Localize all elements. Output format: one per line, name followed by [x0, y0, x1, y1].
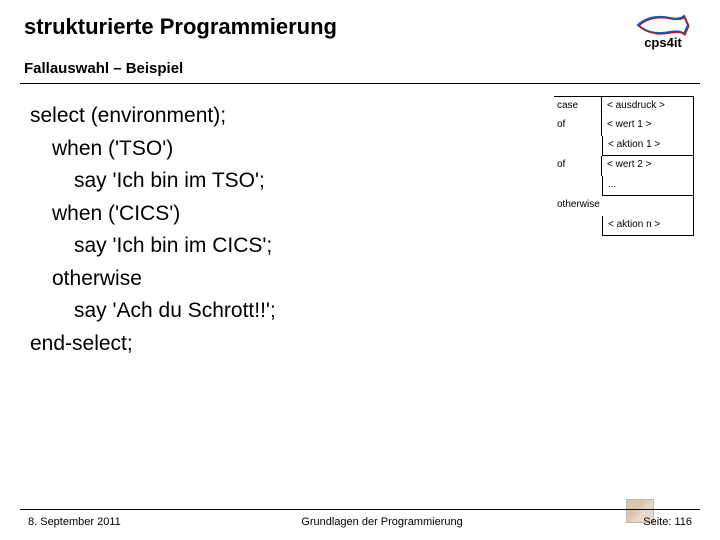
diagram-row: otherwise: [554, 196, 694, 216]
code-line: when ('CICS'): [30, 198, 276, 231]
code-line: end-select;: [30, 328, 276, 361]
code-line: otherwise: [30, 263, 276, 296]
diagram-action-box: < aktion 1 >: [602, 136, 694, 156]
code-line: say 'Ich bin im TSO';: [30, 165, 276, 198]
diagram-row: of < wert 1 >: [554, 116, 694, 136]
logo: cps4it: [636, 14, 690, 50]
diagram-action-box: < aktion n >: [602, 216, 694, 236]
logo-text: cps4it: [644, 35, 682, 50]
diagram-content: < ausdruck >: [602, 97, 693, 116]
footer-page: Seite: 116: [643, 516, 692, 528]
footer-date: 8. September 2011: [28, 516, 121, 528]
footer: 8. September 2011 Grundlagen der Program…: [20, 509, 700, 528]
diagram-content: < wert 2 >: [602, 156, 693, 176]
diagram-label: of: [554, 156, 602, 176]
code-block: select (environment); when ('TSO') say '…: [30, 100, 276, 360]
diagram-label: case: [554, 97, 602, 116]
code-line: select (environment);: [30, 100, 276, 133]
diagram-label: of: [554, 116, 602, 136]
code-line: say 'Ach du Schrott!!';: [30, 295, 276, 328]
fish-icon: [636, 14, 690, 36]
code-line: when ('TSO'): [30, 133, 276, 166]
divider-bottom: [20, 509, 700, 510]
diagram-row: case < ausdruck >: [554, 96, 694, 116]
code-line: say 'Ich bin im CICS';: [30, 230, 276, 263]
diagram-row: of < wert 2 >: [554, 156, 694, 176]
diagram-label: otherwise: [554, 196, 693, 216]
diagram-content: < wert 1 >: [602, 116, 693, 136]
subtitle: Fallauswahl – Beispiel: [0, 56, 720, 83]
footer-center: Grundlagen der Programmierung: [301, 516, 462, 528]
page-title: strukturierte Programmierung: [24, 14, 337, 40]
diagram-action-box: ...: [602, 176, 694, 196]
case-diagram: case < ausdruck > of < wert 1 > < aktion…: [554, 96, 694, 236]
